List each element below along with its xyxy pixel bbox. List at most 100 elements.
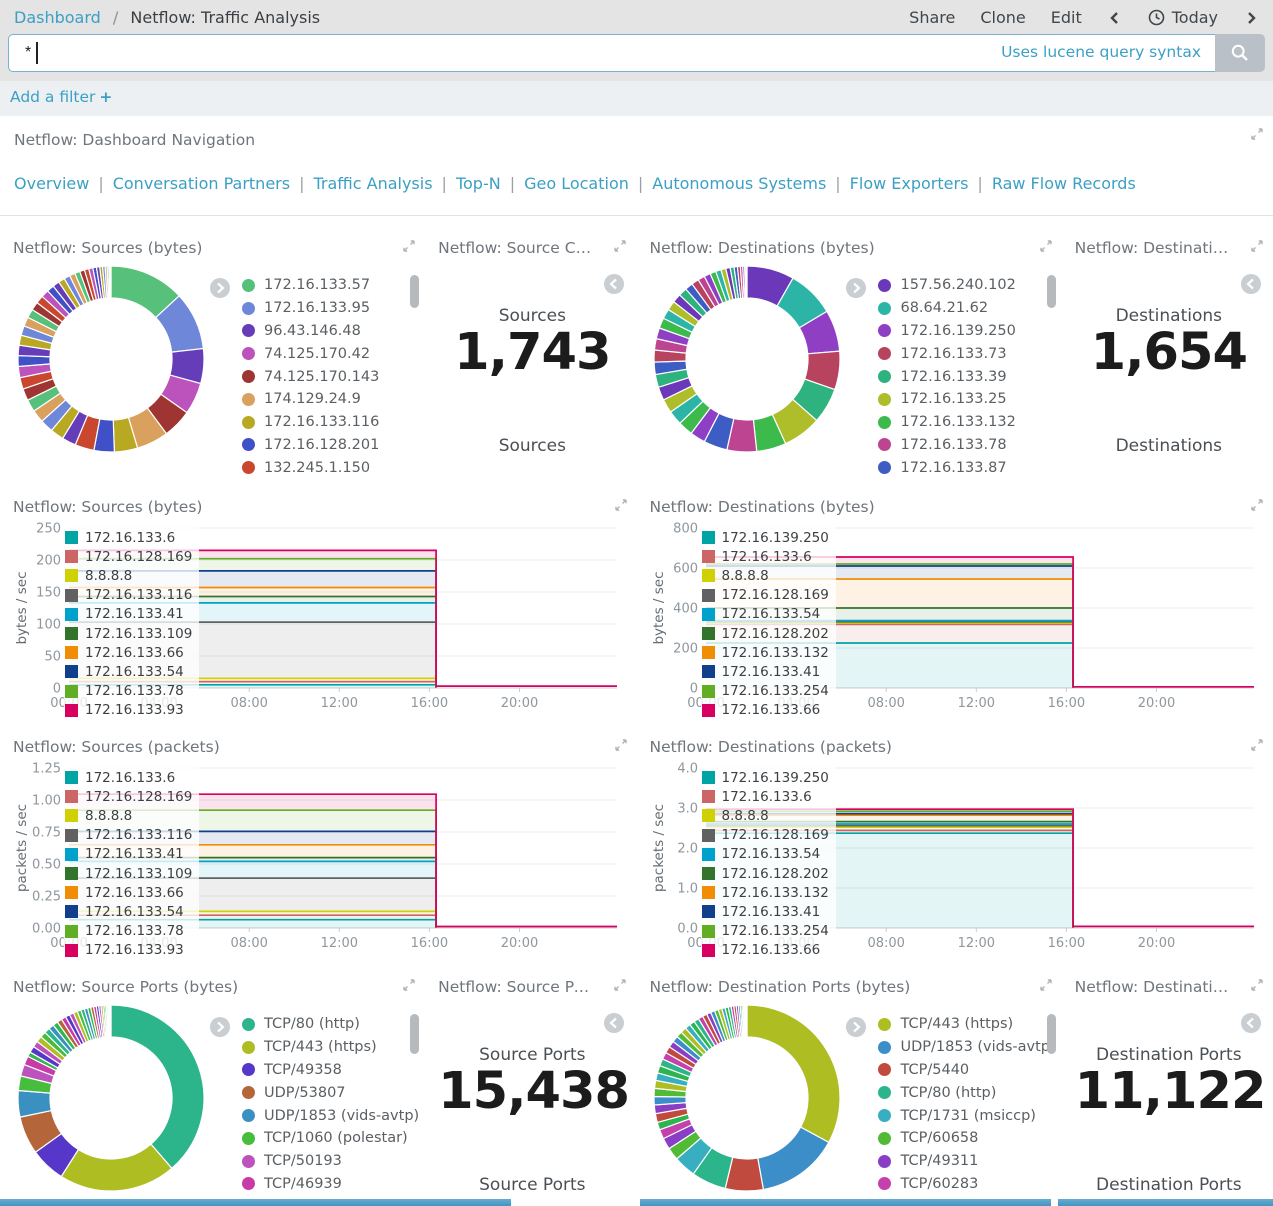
donut-slice[interactable] xyxy=(747,1005,840,1142)
legend-item[interactable]: 172.16.133.66 xyxy=(65,883,192,902)
expand-panel-button[interactable] xyxy=(1250,126,1264,145)
legend-item[interactable]: 172.16.133.6 xyxy=(702,547,829,566)
legend-item[interactable]: 132.245.1.150 xyxy=(242,456,379,479)
donut-slice[interactable] xyxy=(747,1005,748,1037)
legend-item[interactable]: 172.16.128.202 xyxy=(702,864,829,883)
legend-item[interactable]: 172.16.133.57 xyxy=(242,274,379,297)
share-button[interactable]: Share xyxy=(909,8,955,27)
legend-toggle-button[interactable] xyxy=(210,278,230,302)
legend-item[interactable]: 172.16.133.6 xyxy=(65,528,192,547)
legend-item[interactable]: 8.8.8.8 xyxy=(702,806,829,825)
legend-item[interactable]: 172.16.133.73 xyxy=(878,342,1015,365)
legend-item[interactable]: 172.16.133.54 xyxy=(65,662,192,681)
legend-item[interactable]: 74.125.170.42 xyxy=(242,342,379,365)
nav-link-traffic-analysis[interactable]: Traffic Analysis xyxy=(313,174,432,193)
legend-item[interactable]: TCP/1731 (msiccp) xyxy=(878,1104,1055,1127)
legend-item[interactable]: TCP/60658 xyxy=(878,1127,1055,1150)
legend-item[interactable]: 172.16.128.169 xyxy=(65,787,192,806)
nav-link-geo-location[interactable]: Geo Location xyxy=(524,174,629,193)
legend-item[interactable]: 172.16.133.78 xyxy=(65,922,192,941)
add-filter-button[interactable]: Add a filter+ xyxy=(10,88,112,106)
breadcrumb-dashboard-link[interactable]: Dashboard xyxy=(14,8,101,27)
legend-item[interactable]: TCP/443 (https) xyxy=(878,1013,1055,1036)
legend-item[interactable]: TCP/80 (http) xyxy=(242,1013,419,1036)
legend-toggle-button[interactable] xyxy=(846,278,866,302)
legend-item[interactable]: 172.16.133.78 xyxy=(65,682,192,701)
donut-slice[interactable] xyxy=(110,266,111,298)
legend-item[interactable]: 172.16.133.109 xyxy=(65,864,192,883)
legend-item[interactable]: 172.16.133.116 xyxy=(65,586,192,605)
legend-item[interactable]: TCP/60283 xyxy=(878,1173,1055,1196)
legend-item[interactable]: 172.16.133.6 xyxy=(702,787,829,806)
expand-panel-button[interactable] xyxy=(1250,497,1264,516)
legend-toggle-button[interactable] xyxy=(846,1017,866,1041)
legend-item[interactable]: 172.16.133.54 xyxy=(702,605,829,624)
legend-item[interactable]: 74.125.170.143 xyxy=(242,365,379,388)
edit-button[interactable]: Edit xyxy=(1051,8,1082,27)
legend-item[interactable]: TCP/50193 xyxy=(242,1150,419,1173)
legend-item[interactable]: 172.16.133.95 xyxy=(242,297,379,320)
expand-panel-button[interactable] xyxy=(1039,238,1053,257)
expand-panel-button[interactable] xyxy=(1250,238,1264,257)
legend-item[interactable]: 172.16.133.41 xyxy=(65,605,192,624)
legend-item[interactable]: TCP/5440 xyxy=(878,1059,1055,1082)
expand-panel-button[interactable] xyxy=(1039,977,1053,996)
expand-panel-button[interactable] xyxy=(1250,977,1264,996)
legend-item[interactable]: 172.16.133.254 xyxy=(702,682,829,701)
nav-link-conversation-partners[interactable]: Conversation Partners xyxy=(113,174,290,193)
expand-panel-button[interactable] xyxy=(402,238,416,257)
donut-slice[interactable] xyxy=(18,356,50,367)
legend-toggle-button[interactable] xyxy=(210,1017,230,1041)
legend-item[interactable]: TCP/443 (https) xyxy=(242,1036,419,1059)
lucene-syntax-link[interactable]: Uses lucene query syntax xyxy=(1001,43,1201,61)
legend-item[interactable]: 172.16.133.41 xyxy=(702,662,829,681)
legend-item[interactable]: 172.16.133.132 xyxy=(878,411,1015,434)
legend-item[interactable]: TCP/4070 (tripe) xyxy=(242,1195,419,1201)
legend-scrollbar[interactable] xyxy=(410,275,419,308)
legend-item[interactable]: 172.16.133.116 xyxy=(242,411,379,434)
legend-item[interactable]: 172.16.133.66 xyxy=(702,941,829,960)
legend-item[interactable]: 172.16.133.66 xyxy=(65,643,192,662)
legend-item[interactable]: 68.64.21.62 xyxy=(878,297,1015,320)
legend-item[interactable]: 172.16.133.109 xyxy=(65,624,192,643)
legend-item[interactable]: 172.16.128.202 xyxy=(702,624,829,643)
expand-panel-button[interactable] xyxy=(613,977,627,996)
donut-slice[interactable] xyxy=(111,1005,204,1168)
nav-link-raw-flow-records[interactable]: Raw Flow Records xyxy=(992,174,1136,193)
time-back-button[interactable] xyxy=(1107,10,1123,26)
legend-item[interactable]: TCP/1060 (polestar) xyxy=(242,1127,419,1150)
legend-item[interactable]: 172.16.133.54 xyxy=(702,845,829,864)
legend-item[interactable]: 172.16.133.132 xyxy=(702,883,829,902)
legend-item[interactable]: 172.16.133.6 xyxy=(65,768,192,787)
legend-item[interactable]: 172.16.133.254 xyxy=(702,922,829,941)
legend-item[interactable]: TCP/58880 xyxy=(878,1195,1055,1201)
nav-link-overview[interactable]: Overview xyxy=(14,174,89,193)
legend-item[interactable]: 172.16.133.39 xyxy=(878,365,1015,388)
legend-item[interactable]: UDP/1853 (vids-avtp) xyxy=(242,1104,419,1127)
legend-item[interactable]: 8.8.8.8 xyxy=(702,566,829,585)
expand-panel-button[interactable] xyxy=(613,238,627,257)
nav-link-autonomous-systems[interactable]: Autonomous Systems xyxy=(652,174,826,193)
donut-slice[interactable] xyxy=(758,1127,829,1189)
legend-item[interactable]: 172.16.133.132 xyxy=(702,643,829,662)
expand-panel-button[interactable] xyxy=(402,977,416,996)
legend-item[interactable]: TCP/49311 xyxy=(878,1150,1055,1173)
legend-item[interactable]: TCP/49358 xyxy=(242,1059,419,1082)
legend-item[interactable]: 172.16.139.250 xyxy=(702,768,829,787)
legend-toggle-button[interactable] xyxy=(1241,1013,1261,1037)
legend-item[interactable]: 157.56.240.102 xyxy=(878,274,1015,297)
legend-scrollbar[interactable] xyxy=(1047,275,1056,308)
legend-item[interactable]: 172.16.133.78 xyxy=(878,434,1015,457)
time-forward-button[interactable] xyxy=(1243,10,1259,26)
legend-item[interactable]: 172.16.139.250 xyxy=(702,528,829,547)
legend-item[interactable]: 172.16.133.93 xyxy=(65,941,192,960)
legend-item[interactable]: TCP/46939 xyxy=(242,1173,419,1196)
legend-toggle-button[interactable] xyxy=(604,1013,624,1037)
clone-button[interactable]: Clone xyxy=(980,8,1025,27)
nav-link-top-n[interactable]: Top-N xyxy=(456,174,501,193)
time-picker-button[interactable]: Today xyxy=(1148,8,1218,27)
expand-panel-button[interactable] xyxy=(614,737,628,756)
legend-scrollbar[interactable] xyxy=(1047,1014,1056,1054)
legend-toggle-button[interactable] xyxy=(1241,274,1261,298)
donut-slice[interactable] xyxy=(747,266,748,298)
